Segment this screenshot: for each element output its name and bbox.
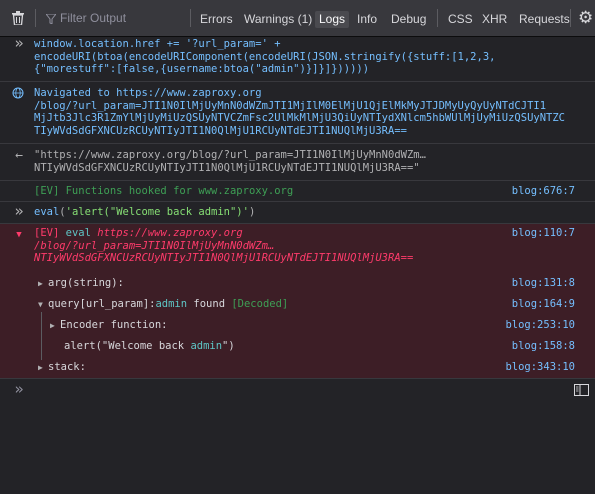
nav-line: TIyWVdSdGFXNCUzRCUyNTIyJTI1N0QlMjU1RCUyN… bbox=[34, 124, 407, 137]
result-line: "https://www.zaproxy.org/blog/?url_param… bbox=[34, 149, 426, 161]
error-chevron-icon[interactable]: ▼ bbox=[12, 229, 26, 242]
globe-icon bbox=[12, 87, 24, 99]
input-code: window.location.href += '?url_param=' + … bbox=[34, 38, 495, 76]
toolbar-divider bbox=[437, 9, 438, 27]
alert-text: ") bbox=[222, 340, 235, 352]
ev-url: NTIyWVdSdGFXNCUzRCUyNTIyJTI1N0QlMjU1RCUy… bbox=[34, 252, 414, 264]
result-line: NTIyWVdSdGFXNCUzRCUyNTIyJTI1N0QlMjU1RCUy… bbox=[34, 161, 420, 174]
console-input-row: » eval('alert("Welcome back admin")') bbox=[0, 202, 595, 224]
tab-warnings[interactable]: Warnings (1) bbox=[240, 11, 316, 28]
source-link[interactable]: blog:343:10 bbox=[505, 361, 575, 374]
prompt-chevron-icon: » bbox=[14, 34, 24, 52]
alert-text: alert("Welcome back bbox=[64, 340, 191, 352]
tree-item-alert: alert("Welcome back admin") bbox=[64, 340, 235, 353]
tab-css[interactable]: CSS bbox=[444, 11, 477, 28]
expand-triangle-icon: ▶ bbox=[38, 363, 43, 372]
source-link[interactable]: blog:110:7 bbox=[512, 227, 575, 240]
console-input-area[interactable]: » bbox=[0, 379, 595, 494]
navigation-row: Navigated to https://www.zaproxy.org /bl… bbox=[0, 82, 595, 144]
source-link[interactable]: blog:131:8 bbox=[512, 277, 575, 290]
ev-host: www.zaproxy.org bbox=[198, 185, 294, 197]
split-console-icon[interactable] bbox=[574, 384, 589, 396]
tree-value: found bbox=[193, 298, 226, 310]
tree-value: admin bbox=[155, 298, 188, 310]
ev-url: /blog/?url_param=JTI1N0IlMjUyMnN0dWZm… bbox=[34, 239, 275, 252]
ev-tag: [EV] bbox=[34, 227, 60, 239]
alert-name: admin bbox=[190, 340, 223, 352]
gear-icon[interactable]: ⚙ bbox=[578, 9, 593, 26]
collapse-triangle-icon: ▼ bbox=[38, 300, 43, 309]
trash-icon[interactable] bbox=[12, 11, 24, 25]
source-link[interactable]: blog:158:8 bbox=[512, 340, 575, 353]
tree-guide-line bbox=[41, 312, 42, 360]
source-link[interactable]: blog:253:10 bbox=[505, 319, 575, 332]
ev-url: https://www.zaproxy.org bbox=[97, 227, 243, 239]
ev-eval-error-row: ▼ [EV] eval https://www.zaproxy.org /blo… bbox=[0, 224, 595, 379]
navigation-message: Navigated to https://www.zaproxy.org /bl… bbox=[34, 87, 565, 137]
ev-prefix: [EV] Functions hooked for bbox=[34, 185, 199, 197]
result-string[interactable]: "https://www.zaproxy.org/blog/?url_param… bbox=[34, 149, 426, 174]
tab-debug[interactable]: Debug bbox=[387, 11, 430, 28]
ev-hooked-message: [EV] Functions hooked for www.zaproxy.or… bbox=[34, 185, 293, 198]
code-paren: ) bbox=[248, 206, 256, 218]
source-link[interactable]: blog:164:9 bbox=[512, 298, 575, 311]
filter-output-input[interactable] bbox=[44, 9, 200, 27]
return-arrow-icon: ← bbox=[15, 148, 23, 163]
source-link[interactable]: blog:676:7 bbox=[512, 185, 575, 198]
console-result-row: ← "https://www.zaproxy.org/blog/?url_par… bbox=[0, 144, 595, 181]
expand-triangle-icon: ▶ bbox=[38, 279, 43, 288]
tree-label: arg(string): bbox=[48, 277, 124, 289]
prompt-chevron-icon: » bbox=[14, 202, 24, 220]
code-string: 'alert("Welcome back admin")' bbox=[65, 206, 249, 218]
prompt-chevron-icon: » bbox=[14, 380, 24, 398]
code-line: {"morestuff":[false,{username:btoa("admi… bbox=[34, 63, 370, 75]
console-toolbar: Errors Warnings (1) Logs Info Debug CSS … bbox=[0, 0, 595, 37]
console-input-row: » window.location.href += '?url_param=' … bbox=[0, 34, 595, 82]
tree-item-encoder[interactable]: ▶ Encoder function: bbox=[50, 319, 167, 333]
toolbar-divider bbox=[570, 9, 571, 27]
ev-eval-message: [EV] eval https://www.zaproxy.org /blog/… bbox=[34, 227, 413, 265]
code-line: window.location.href += '?url_param=' + bbox=[34, 38, 281, 50]
tree-label: Encoder function: bbox=[60, 319, 168, 331]
tree-item-query[interactable]: ▼ query[url_param]:admin found [Decoded] bbox=[38, 298, 288, 312]
tab-logs[interactable]: Logs bbox=[315, 11, 350, 28]
input-code: eval('alert("Welcome back admin")') bbox=[34, 206, 255, 219]
toolbar-divider bbox=[190, 9, 191, 27]
tree-item-stack[interactable]: ▶ stack: bbox=[38, 361, 86, 375]
ev-hooked-row: [EV] Functions hooked for www.zaproxy.or… bbox=[0, 181, 595, 202]
tab-info[interactable]: Info bbox=[353, 11, 381, 28]
tree-label: query[url_param]: bbox=[48, 298, 156, 310]
nav-line: Navigated to https://www.zaproxy.org bbox=[34, 87, 262, 99]
tree-item-arg[interactable]: ▶ arg(string): bbox=[38, 277, 124, 291]
tree-label: stack: bbox=[48, 361, 86, 373]
expand-triangle-icon: ▶ bbox=[50, 321, 55, 330]
tab-requests[interactable]: Requests bbox=[515, 11, 574, 28]
tab-errors[interactable]: Errors bbox=[196, 11, 237, 28]
ev-fn: eval bbox=[65, 227, 91, 239]
tree-badge: [Decoded] bbox=[231, 298, 289, 310]
code-line: encodeURI(btoa(encodeURIComponent(encode… bbox=[34, 50, 496, 63]
code-fn: eval bbox=[34, 206, 60, 218]
nav-line: MjJtb3Jlc3R1ZmYlMjUyMiUzQSUyNTVCZmFsc2Ul… bbox=[34, 112, 566, 124]
toolbar-divider bbox=[35, 9, 36, 27]
tab-xhr[interactable]: XHR bbox=[478, 11, 511, 28]
nav-line: /blog/?url_param=JTI1N0IlMjUyMnN0dWZmJTI… bbox=[34, 99, 547, 112]
